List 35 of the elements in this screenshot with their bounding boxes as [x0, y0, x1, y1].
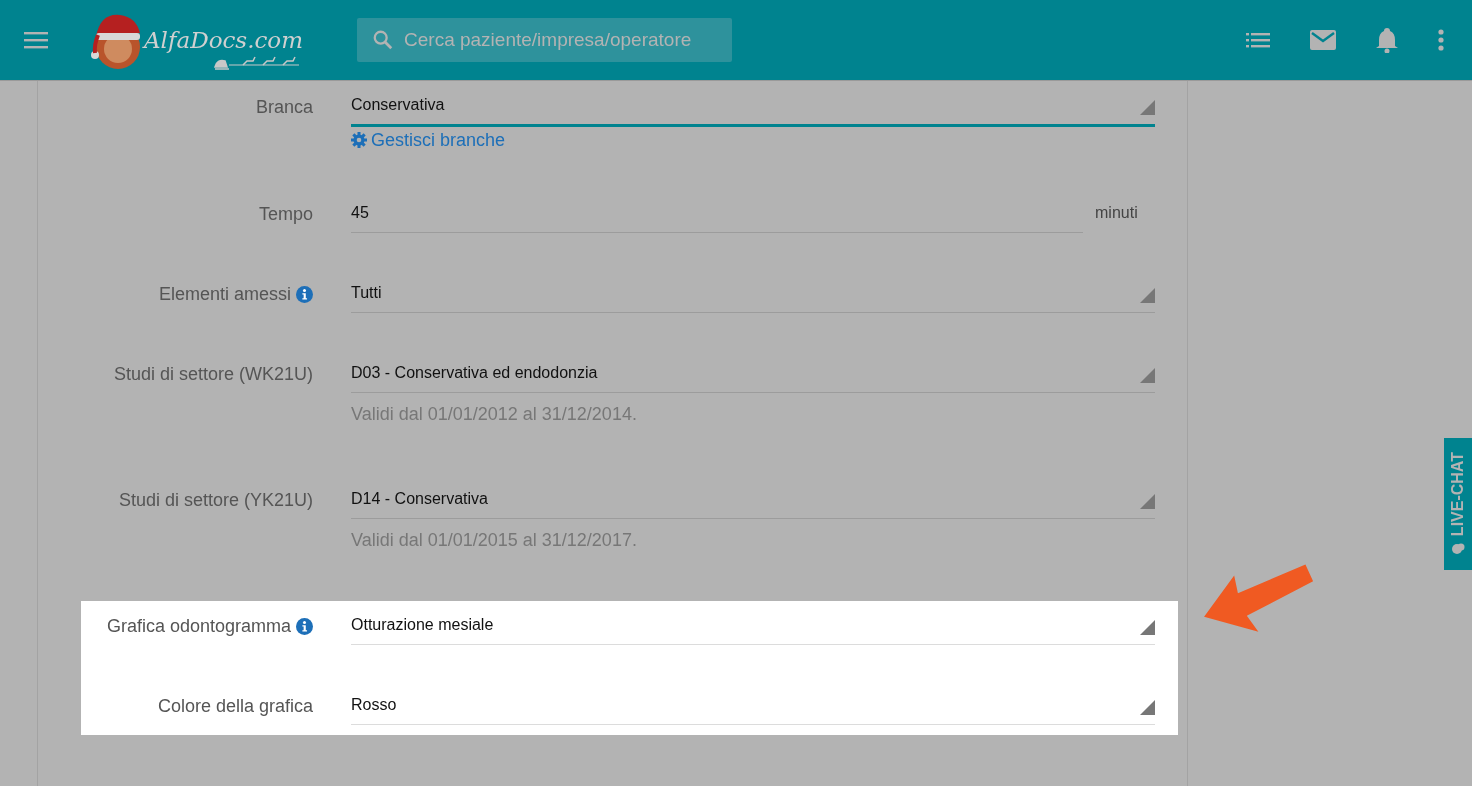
logo-text: AlfaDocs.com [144, 26, 303, 55]
gear-icon [351, 132, 367, 148]
select-field[interactable]: Otturazione mesiale [351, 605, 1155, 645]
input-field[interactable]: 45 [351, 193, 1083, 233]
info-icon[interactable] [296, 618, 313, 635]
select-field[interactable]: Rosso [351, 685, 1155, 725]
chat-bubble-icon [1451, 542, 1465, 557]
select-field[interactable]: Tutti [351, 273, 1155, 313]
select-field[interactable]: Conservativa [351, 86, 1155, 127]
more-icon[interactable] [1438, 29, 1444, 51]
select-field[interactable]: D14 - Conservativa [351, 479, 1155, 519]
field-label: Grafica odontogramma [106, 616, 291, 637]
validity-note: Validi dal 01/01/2015 al 31/12/2017. [351, 530, 638, 552]
field-label: Studi di settore (WK21U) [113, 364, 313, 385]
field-label: Studi di settore (YK21U) [118, 490, 313, 511]
field-label: Elementi amessi [158, 284, 291, 305]
unit-label: minuti [1095, 203, 1138, 222]
dropdown-triangle-icon [1140, 368, 1155, 383]
list-icon[interactable] [1246, 32, 1270, 48]
dropdown-triangle-icon [1140, 620, 1155, 635]
field-label: Tempo [258, 204, 313, 225]
dropdown-triangle-icon [1140, 700, 1155, 715]
dropdown-triangle-icon [1140, 494, 1155, 509]
field-label: Branca [255, 97, 313, 118]
dropdown-triangle-icon [1140, 288, 1155, 303]
bell-icon[interactable] [1376, 27, 1398, 53]
validity-note: Validi dal 01/01/2012 al 31/12/2014. [351, 404, 638, 426]
dropdown-triangle-icon [1140, 100, 1155, 115]
search-field[interactable]: Cerca paziente/impresa/operatore [357, 18, 732, 62]
menu-icon[interactable] [24, 30, 50, 50]
info-icon[interactable] [296, 286, 313, 303]
field-label: Colore della grafica [157, 696, 313, 717]
mail-icon[interactable] [1310, 30, 1336, 50]
search-icon [372, 29, 394, 51]
select-field[interactable]: D03 - Conservativa ed endodonzia [351, 353, 1155, 393]
